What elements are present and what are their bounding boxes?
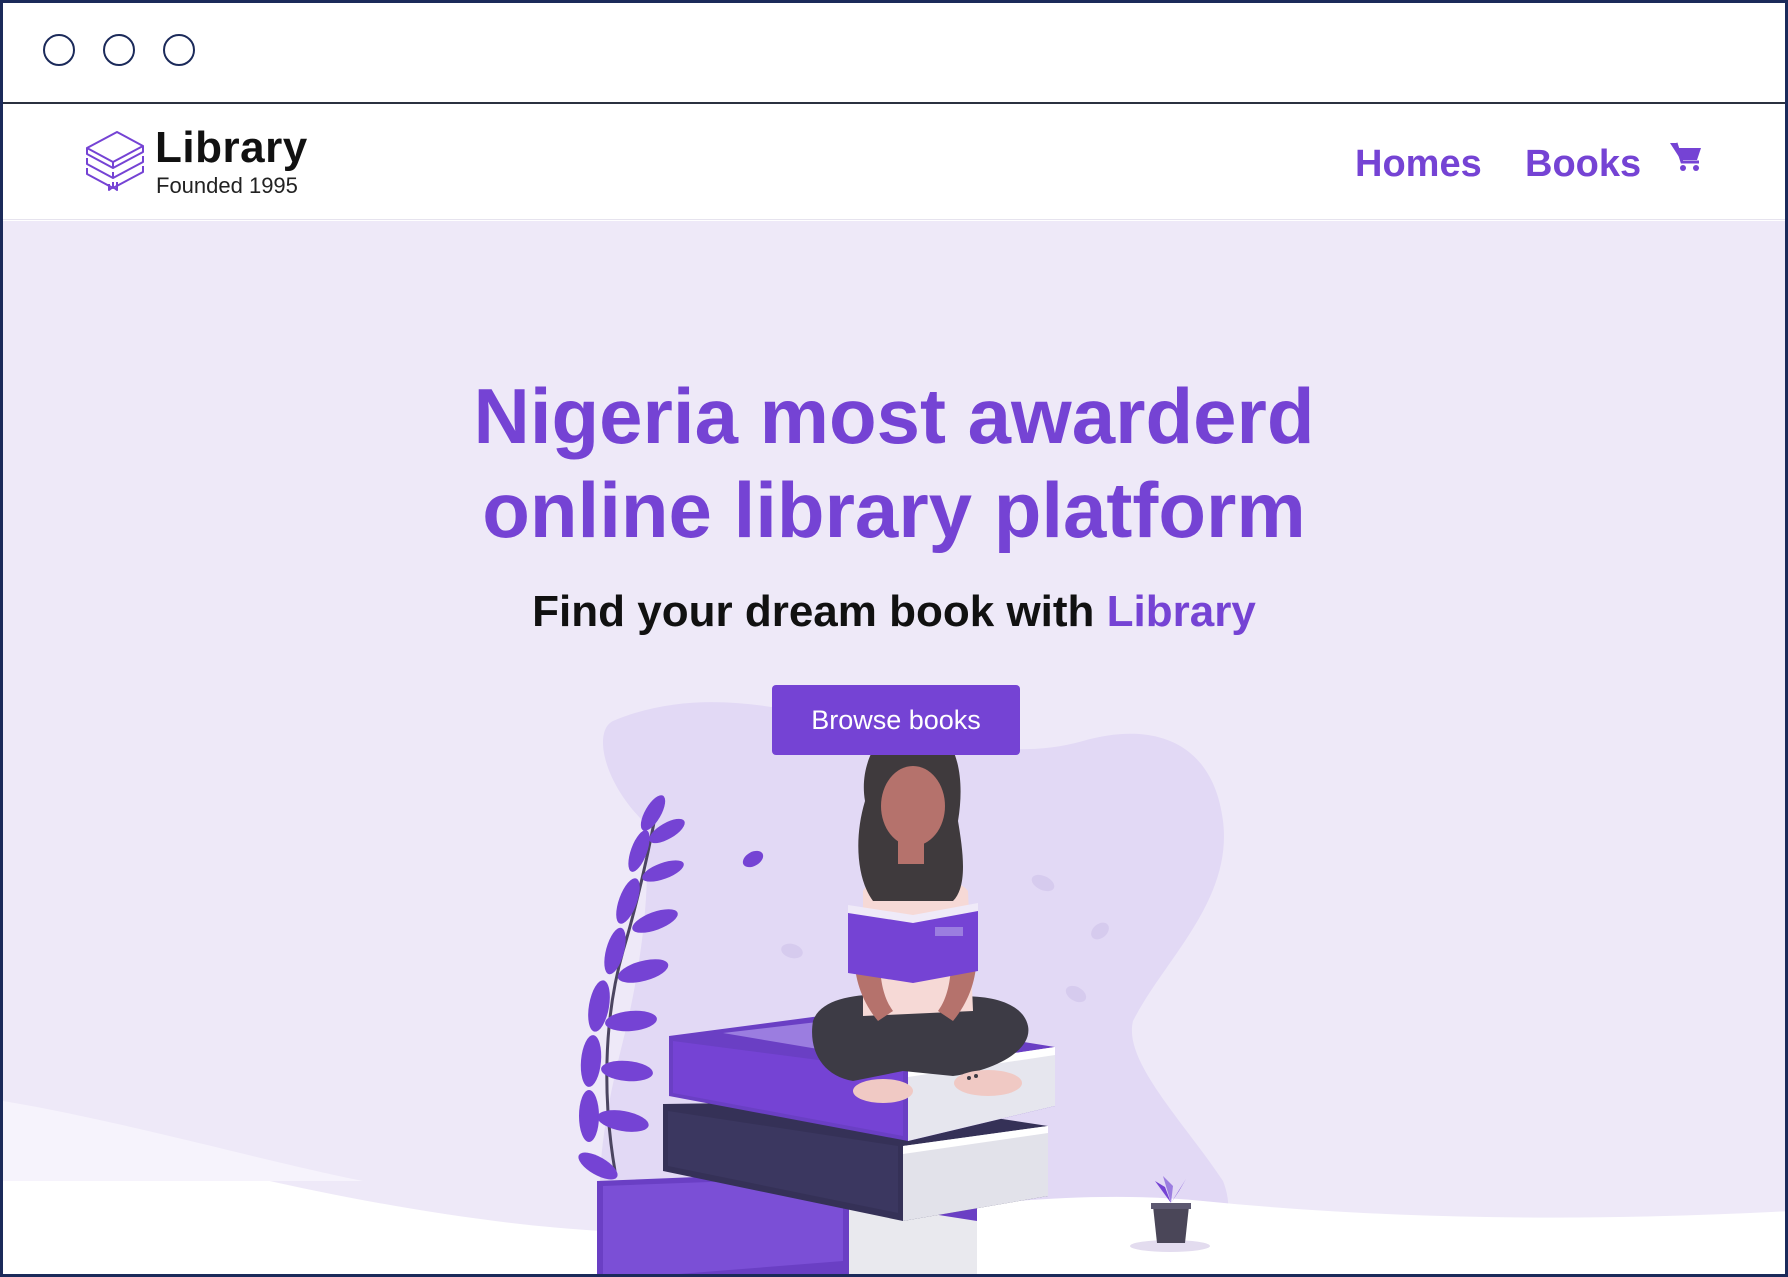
- hero-title-line-1: Nigeria most awarderd: [473, 372, 1315, 460]
- hero-subtitle-text: Find your dream book with: [532, 587, 1107, 636]
- hero-title-line-2: online library platform: [482, 466, 1306, 554]
- window-control-maximize[interactable]: [163, 34, 195, 66]
- hero-title: Nigeria most awarderd online library pla…: [3, 369, 1785, 557]
- hero-subtitle: Find your dream book with Library: [3, 585, 1785, 639]
- window-titlebar: [3, 3, 1785, 104]
- window-control-close[interactable]: [43, 34, 75, 66]
- navbar: Library Founded 1995 Homes Books: [3, 104, 1785, 220]
- nav-link-books[interactable]: Books: [1525, 142, 1641, 186]
- shopping-cart-icon[interactable]: [1668, 140, 1704, 174]
- browser-window: Library Founded 1995 Homes Books Nigeria…: [0, 0, 1788, 1277]
- hero-section: Nigeria most awarderd online library pla…: [3, 221, 1785, 1274]
- brand-logo[interactable]: Library Founded 1995: [83, 122, 323, 202]
- nav-link-homes[interactable]: Homes: [1355, 142, 1482, 186]
- brand-tagline: Founded 1995: [156, 173, 298, 198]
- stacked-books-logo-icon: [86, 131, 144, 191]
- hero-subtitle-brand: Library: [1106, 587, 1256, 636]
- window-control-minimize[interactable]: [103, 34, 135, 66]
- browse-books-button[interactable]: Browse books: [772, 685, 1020, 755]
- brand-name: Library: [155, 123, 308, 172]
